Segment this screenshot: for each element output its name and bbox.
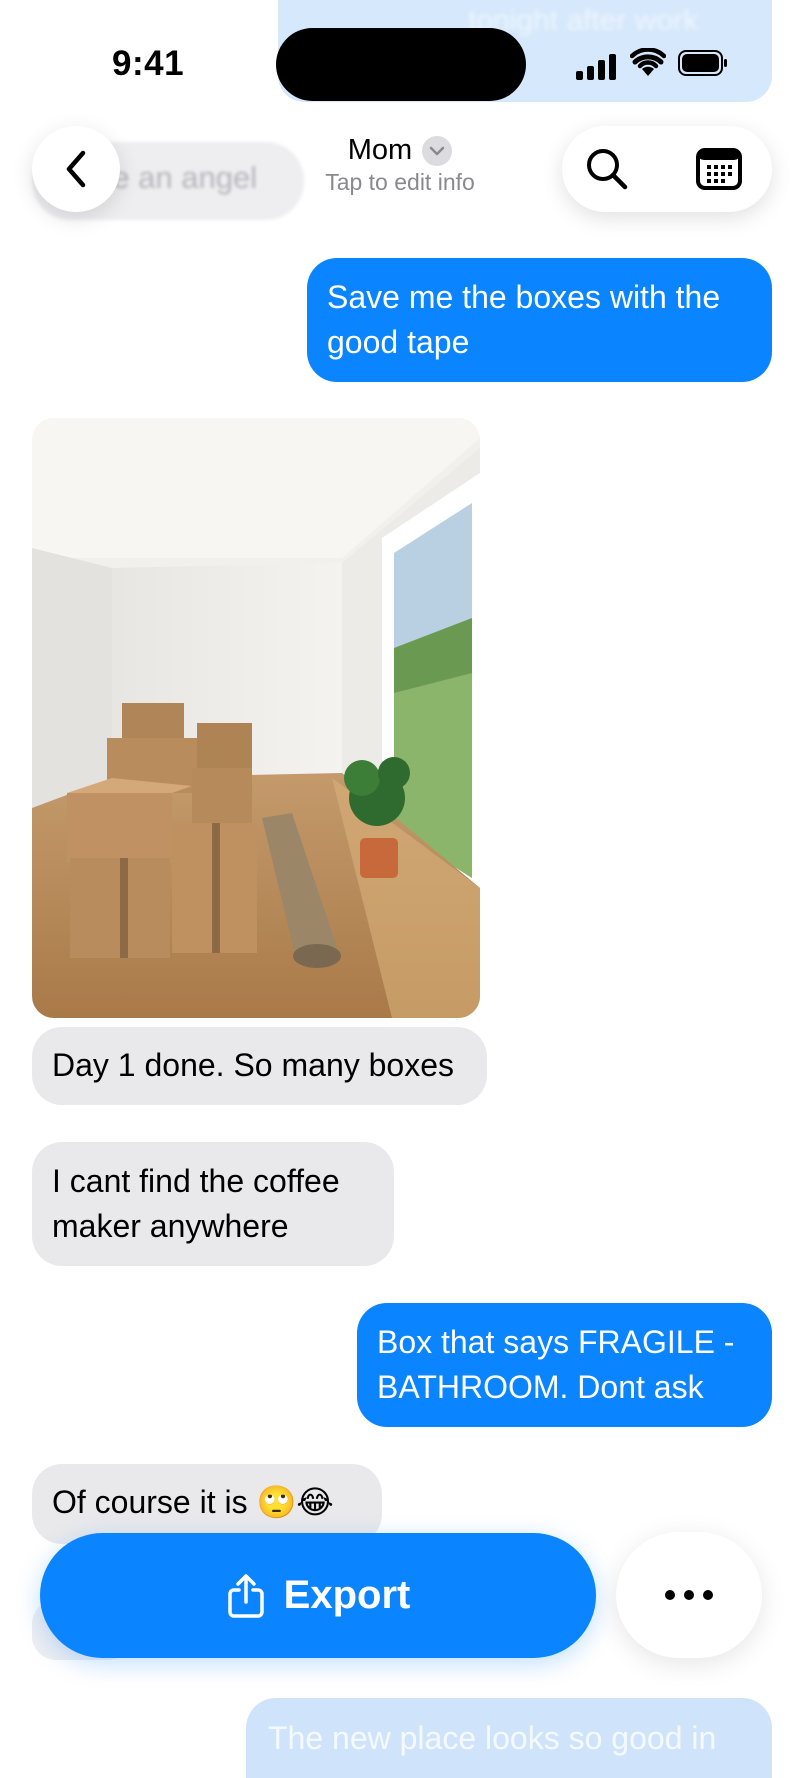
message-bubble-outgoing[interactable]: Box that says FRAGILE - BATHROOM. Dont a… [357,1303,772,1427]
message-text: Save me the boxes with the good tape [327,279,721,360]
contact-header[interactable]: Mom Tap to edit info [300,134,500,196]
message-text: Of course it is 🙄😂 [52,1484,334,1520]
more-button[interactable] [616,1532,762,1658]
export-button[interactable]: Export [40,1533,596,1658]
back-button[interactable] [32,126,120,212]
message-text: Day 1 done. So many boxes [52,1047,455,1083]
status-time: 9:41 [112,44,185,83]
back-chevron-icon [66,150,86,188]
wifi-icon [630,48,666,76]
message-bubble-outgoing[interactable]: Save me the boxes with the good tape [307,258,772,382]
moving-boxes-photo[interactable] [32,418,480,1018]
signal-icon [576,52,616,80]
message-bubble-incoming[interactable]: Of course it is 🙄😂 [32,1464,382,1544]
more-icon [665,1590,713,1600]
dynamic-island [276,28,526,101]
battery-icon [678,50,727,76]
message-text: I cant find the coffee maker anywhere [52,1163,340,1244]
share-icon [227,1573,264,1618]
chevron-down-icon [422,135,453,166]
message-bubble-incoming[interactable]: Day 1 done. So many boxes [32,1027,487,1105]
search-icon [587,149,628,190]
message-text: The new place looks so good in [268,1720,717,1756]
scrolled-incoming-text: re an angel [102,160,258,195]
calendar-button[interactable] [674,126,764,212]
contact-name: Mom [347,134,413,166]
search-button[interactable] [562,126,652,212]
header-actions [562,126,772,212]
message-bubble-incoming[interactable]: I cant find the coffee maker anywhere [32,1142,394,1266]
photo-image [32,418,480,1018]
scrolled-message-bubble: The new place looks so good in [246,1698,772,1778]
contact-subtitle: Tap to edit info [325,169,475,195]
message-text: Box that says FRAGILE - BATHROOM. Dont a… [377,1324,735,1405]
export-label: Export [283,1573,411,1617]
calendar-icon [696,148,742,190]
